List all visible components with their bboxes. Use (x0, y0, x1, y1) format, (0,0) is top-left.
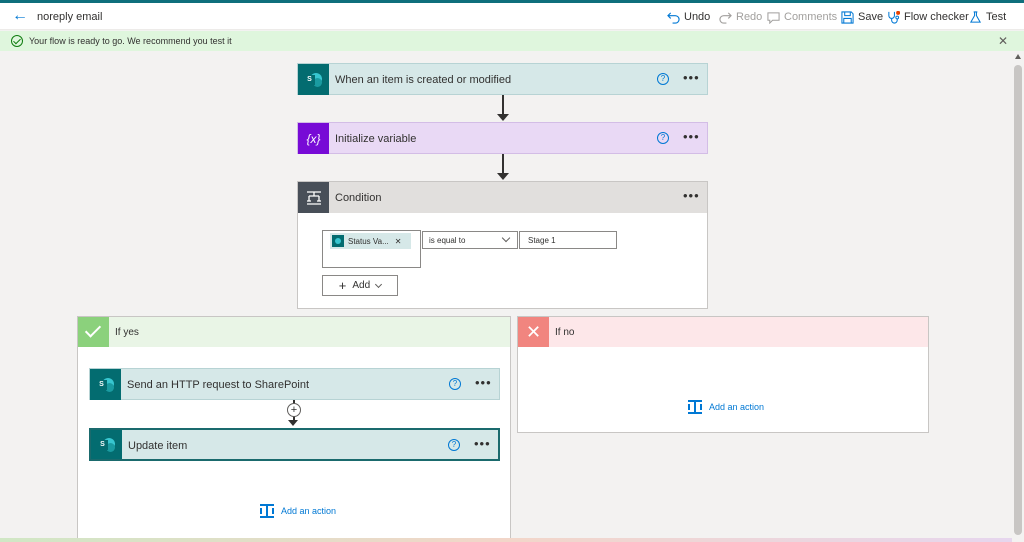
connector-arrow (502, 95, 504, 115)
arrowhead-icon (497, 114, 509, 121)
add-action-icon (259, 504, 275, 518)
if-no-header[interactable]: ✕ If no (518, 317, 928, 347)
arrowhead-icon (288, 420, 298, 426)
update-item-card[interactable]: S Update item ? ••• (89, 428, 500, 461)
comments-label: Comments (784, 11, 838, 23)
chevron-down-icon (375, 280, 383, 288)
add-action-button[interactable]: Add an action (687, 400, 764, 414)
sharepoint-icon (332, 235, 344, 247)
comment-icon (767, 11, 780, 24)
help-icon[interactable]: ? (657, 132, 669, 144)
variable-icon: {x} (298, 123, 329, 154)
update-item-title: Update item (128, 440, 188, 452)
chevron-down-icon (501, 233, 511, 243)
save-button[interactable]: Save (841, 9, 883, 25)
if-yes-branch: If yes S Send an HTTP request to SharePo… (77, 316, 511, 542)
http-request-title: Send an HTTP request to SharePoint (127, 379, 310, 391)
remove-token-icon[interactable]: ✕ (395, 237, 402, 246)
redo-button[interactable]: Redo (719, 9, 762, 25)
more-options-icon[interactable]: ••• (475, 375, 492, 390)
dynamic-content-token[interactable]: Status Va... ✕ (330, 233, 411, 249)
comments-button[interactable]: Comments (767, 9, 837, 25)
undo-label: Undo (684, 11, 711, 23)
help-icon[interactable]: ? (448, 439, 460, 451)
add-action-icon (687, 400, 703, 414)
add-action-button[interactable]: Add an action (259, 504, 336, 518)
undo-icon (667, 11, 680, 24)
flow-checker-button[interactable]: Flow checker (887, 9, 969, 25)
check-circle-icon (11, 35, 23, 47)
condition-card[interactable]: Condition ••• Status Va... ✕ is equal to… (297, 181, 708, 309)
checkmark-icon (78, 317, 109, 347)
redo-icon (719, 11, 732, 24)
sharepoint-icon: S (298, 64, 329, 95)
flow-checker-label: Flow checker (904, 11, 969, 23)
condition-left-operand[interactable]: Status Va... ✕ (322, 230, 421, 268)
scrollbar-thumb[interactable] (1014, 65, 1022, 535)
more-options-icon[interactable]: ••• (683, 70, 700, 85)
token-label: Status Va... (348, 236, 389, 246)
if-yes-header[interactable]: If yes (78, 317, 510, 347)
initialize-variable-title: Initialize variable (335, 133, 417, 145)
help-icon[interactable]: ? (449, 378, 461, 390)
condition-value: Stage 1 (528, 236, 556, 245)
bottom-gradient-bar (0, 538, 1012, 542)
banner-message: Your flow is ready to go. We recommend y… (29, 36, 232, 46)
header-bar: ← noreply email Undo Redo Comments Save … (0, 3, 1024, 30)
save-label: Save (858, 11, 884, 23)
test-label: Test (986, 11, 1007, 23)
if-yes-title: If yes (115, 327, 139, 338)
scroll-up-icon[interactable] (1015, 54, 1021, 59)
add-condition-button[interactable]: + Add (322, 275, 398, 296)
arrowhead-icon (497, 173, 509, 180)
more-options-icon[interactable]: ••• (683, 129, 700, 144)
condition-title: Condition (335, 192, 382, 204)
vertical-scrollbar[interactable] (1012, 51, 1024, 542)
if-no-branch: ✕ If no Add an action (517, 316, 929, 433)
condition-icon (298, 182, 329, 213)
more-options-icon[interactable]: ••• (474, 436, 491, 451)
connector-arrow (502, 154, 504, 174)
save-icon (841, 10, 854, 24)
condition-value-input[interactable]: Stage 1 (519, 231, 617, 249)
trigger-title: When an item is created or modified (335, 74, 512, 86)
help-icon[interactable]: ? (657, 73, 669, 85)
undo-button[interactable]: Undo (667, 9, 710, 25)
status-banner: Your flow is ready to go. We recommend y… (0, 31, 1024, 51)
flow-title: noreply email (37, 11, 103, 23)
if-no-title: If no (555, 327, 575, 338)
more-options-icon[interactable]: ••• (683, 188, 700, 203)
sharepoint-icon: S (91, 430, 122, 459)
add-action-label: Add an action (281, 506, 337, 516)
operator-value: is equal to (429, 236, 466, 245)
sharepoint-icon: S (90, 369, 121, 400)
insert-step-icon[interactable]: + (287, 403, 301, 417)
back-arrow-icon[interactable]: ← (12, 8, 28, 24)
add-label: Add (352, 280, 371, 291)
flask-icon (969, 10, 982, 23)
close-icon: ✕ (518, 317, 549, 347)
trigger-card[interactable]: S When an item is created or modified ? … (297, 63, 708, 95)
redo-label: Redo (736, 11, 763, 23)
plus-icon: + (338, 278, 347, 293)
test-button[interactable]: Test (969, 9, 1006, 25)
operator-dropdown[interactable]: is equal to (422, 231, 518, 249)
stethoscope-icon (888, 10, 900, 24)
initialize-variable-card[interactable]: {x} Initialize variable ? ••• (297, 122, 708, 154)
condition-header[interactable]: Condition ••• (298, 182, 707, 213)
http-request-card[interactable]: S Send an HTTP request to SharePoint ? •… (89, 368, 500, 400)
close-icon[interactable]: ✕ (998, 34, 1008, 48)
add-action-label: Add an action (709, 402, 765, 412)
